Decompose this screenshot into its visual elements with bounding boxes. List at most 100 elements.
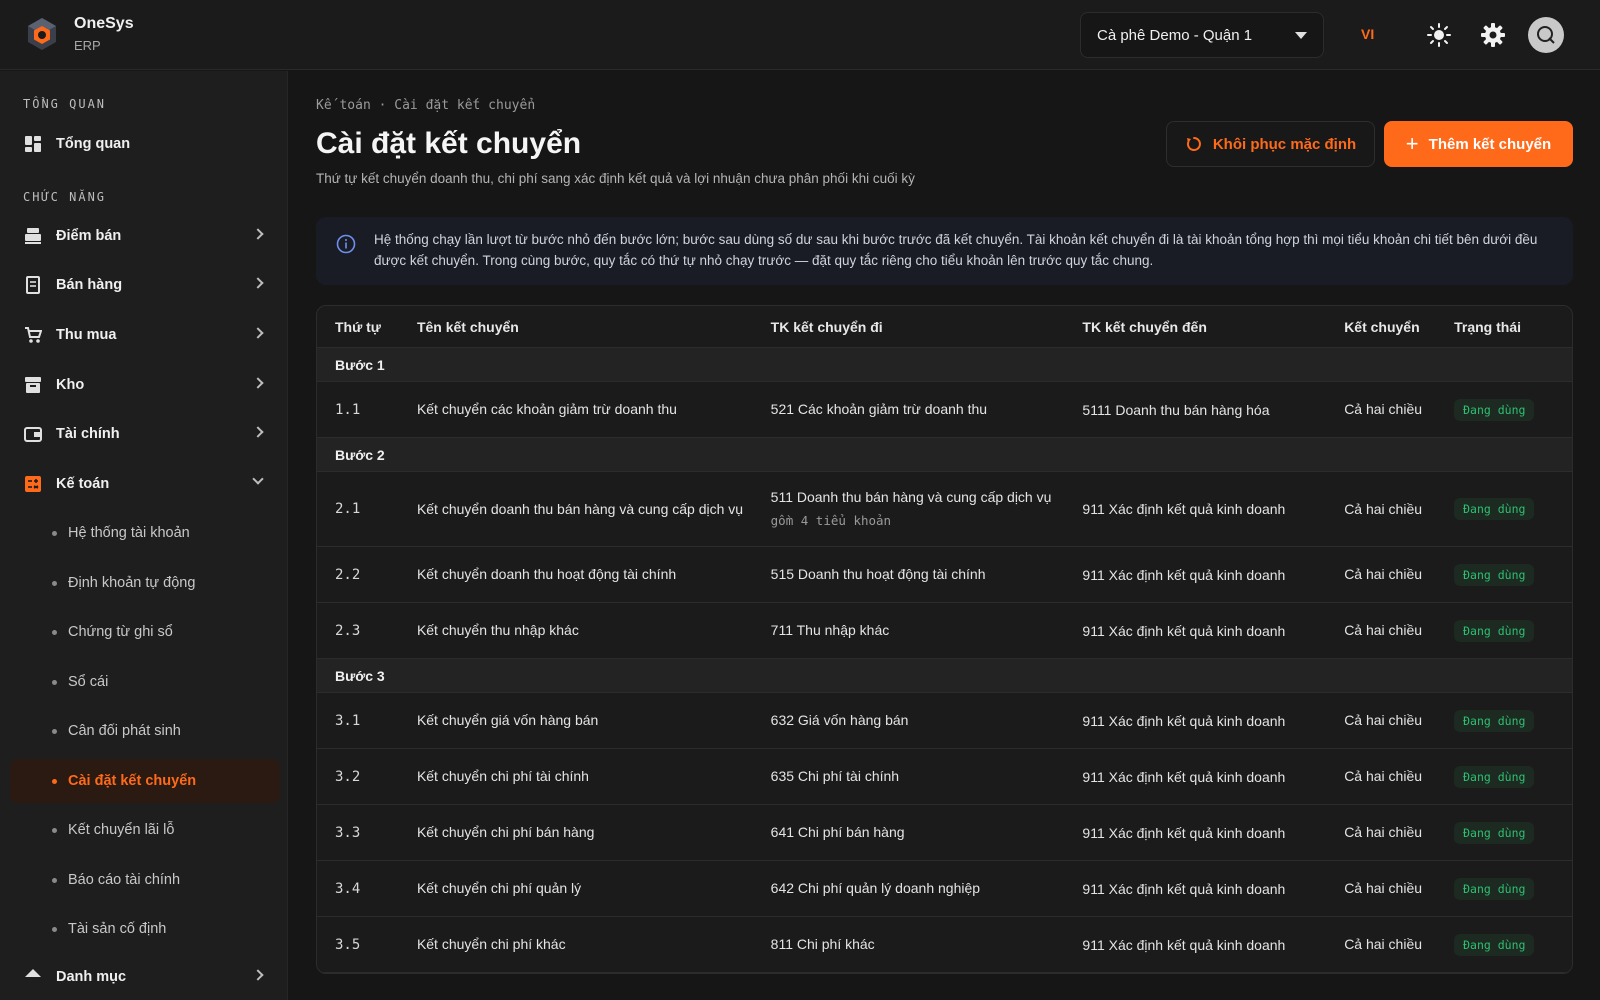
sidebar-item-overview[interactable]: Tổng quan [10,124,280,164]
info-notice: Hệ thống chạy lần lượt từ bước nhỏ đến b… [316,217,1573,285]
name-cell-text: Kết chuyển thu nhập khác [416,622,579,638]
sidebar-subitem-financial-reports[interactable]: Báo cáo tài chính [10,858,280,902]
status-badge[interactable]: Đang dùng [1454,933,1535,956]
name-cell-text: Kết chuyển chi phí quản lý [416,880,582,896]
status-badge[interactable]: Đang dùng [1454,709,1535,732]
sidebar-item-pos[interactable]: Điểm bán [10,216,280,256]
section-title-functions: CHỨC NĂNG [23,190,107,204]
table-row[interactable]: 3.5 Kết chuyển chi phí khác 811 Chi phí kh… [317,917,1572,973]
column-header[interactable]: TK kết chuyển đến [1082,319,1344,335]
sun-icon[interactable] [1423,19,1455,51]
from-account-cell: 521 Các khoản giảm trừ doanh thu [771,399,1083,420]
table-body: Bước 1 1.1 Kết chuyển các khoản giảm trừ d… [317,348,1572,973]
sidebar-subitem-label: Cân đối phát sinh [68,723,181,739]
sidebar-item-label: Danh mục [56,969,127,985]
column-header[interactable]: Tên kết chuyển [417,319,771,335]
to-account-cell: 911 Xác định kết quả kinh doanh [1082,937,1344,953]
from-account-cell-text: 641 Chi phí bán hàng [770,824,905,840]
chevron-right-icon [252,277,264,289]
table-row[interactable]: 3.4 Kết chuyển chi phí quản lý 642 Chi phí… [317,861,1572,917]
direction-cell: Cả hai chiều [1344,399,1454,420]
table-row[interactable]: 3.1 Kết chuyển giá vốn hàng bán 632 Giá vố… [317,693,1572,749]
sidebar-subitem-ledger[interactable]: Sổ cái [10,660,280,704]
direction-cell-text: Cả hai chiều [1344,401,1423,417]
order-cell: 2.1 [317,501,417,517]
from-account-cell-text: 511 Doanh thu bán hàng và cung cấp dịch … [770,489,1052,505]
add-closing-button[interactable]: + Thêm kết chuyển [1384,121,1573,167]
sidebar-subitem-label: Báo cáo tài chính [68,872,181,888]
status-badge[interactable]: Đang dùng [1454,563,1535,586]
order-cell-text: 3.5 [335,936,361,953]
from-account-cell-text: 811 Chi phí khác [770,936,875,952]
sidebar-subitem-trial-balance[interactable]: Cân đối phát sinh [10,709,280,753]
column-header[interactable]: Thứ tự [317,319,417,335]
status-badge[interactable]: Đang dùng [1454,398,1535,421]
table-row[interactable]: 2.1 Kết chuyển doanh thu bán hàng và cung… [317,472,1572,547]
sidebar-subitem-fixed-assets[interactable]: Tài sản cố định [10,907,280,951]
sidebar-item-label: Điểm bán [56,228,122,244]
name-cell: Kết chuyển thu nhập khác [417,620,771,641]
name-cell: Kết chuyển chi phí bán hàng [417,822,771,843]
status-badge[interactable]: Đang dùng [1454,498,1535,520]
column-header[interactable]: Kết chuyển [1344,319,1454,335]
order-cell-text: 2.2 [335,566,361,583]
receipt-icon [24,276,42,294]
sidebar-subitem-vouchers[interactable]: Chứng từ ghi sổ [10,610,280,654]
table-row[interactable]: 1.1 Kết chuyển các khoản giảm trừ doanh t… [317,382,1572,438]
sidebar-item-label: Kho [56,377,85,393]
order-cell: 3.4 [317,881,417,897]
table-row[interactable]: 2.2 Kết chuyển doanh thu hoạt động tài ch… [317,547,1572,603]
sidebar-subitem-auto-posting[interactable]: Định khoản tự động [10,561,280,605]
sidebar-subitem-closing-settings[interactable]: Cài đặt kết chuyển [10,759,280,803]
sidebar-item-catalog[interactable]: Danh mục [10,957,280,997]
language-switch[interactable]: VI [1361,26,1374,42]
name-cell-text: Kết chuyển các khoản giảm trừ doanh thu [416,401,677,417]
step-group-header: Bước 1 [317,348,1572,382]
sidebar-item-finance[interactable]: Tài chính [10,414,280,454]
sidebar-subitem-chart-of-accounts[interactable]: Hệ thống tài khoản [10,511,280,555]
sidebar-item-purchasing[interactable]: Thu mua [10,315,280,355]
from-account-cell-text: 711 Thu nhập khác [770,622,890,638]
table-row[interactable]: 3.3 Kết chuyển chi phí bán hàng 641 Chi ph… [317,805,1572,861]
order-cell-text: 3.2 [335,768,361,785]
cash-register-icon [24,227,42,245]
column-header[interactable]: TK kết chuyển đi [771,319,1083,335]
sidebar-subitem-label: Sổ cái [68,674,109,690]
order-cell-text: 1.1 [335,401,361,418]
direction-cell-text: Cả hai chiều [1344,712,1423,728]
order-cell-text: 3.4 [335,880,361,897]
status-badge[interactable]: Đang dùng [1454,877,1535,900]
table-row[interactable]: 3.2 Kết chuyển chi phí tài chính 635 Chi p… [317,749,1572,805]
to-account-cell-text: 911 Xác định kết quả kinh doanh [1082,566,1286,583]
status-badge[interactable]: Đang dùng [1454,821,1535,844]
table-row[interactable]: 2.3 Kết chuyển thu nhập khác 711 Thu nhập … [317,603,1572,659]
direction-cell-text: Cả hai chiều [1344,566,1423,582]
column-header[interactable]: Trạng thái [1454,319,1572,335]
table-header: Thứ tự Tên kết chuyển TK kết chuyển đi T… [317,306,1572,348]
sidebar-item-warehouse[interactable]: Kho [10,365,280,405]
name-cell: Kết chuyển doanh thu bán hàng và cung cấ… [417,499,771,520]
avatar-icon[interactable] [1528,17,1564,53]
status-badge[interactable]: Đang dùng [1454,619,1535,642]
caret-down-icon [1295,32,1307,39]
status-badge[interactable]: Đang dùng [1454,765,1535,788]
store-select[interactable]: Cà phê Demo - Quận 1 [1080,12,1324,58]
name-cell-text: Kết chuyển giá vốn hàng bán [416,712,599,728]
name-cell-text: Kết chuyển chi phí tài chính [416,768,589,784]
to-account-cell: 5111 Doanh thu bán hàng hóa [1082,402,1344,418]
sidebar-item-accounting[interactable]: Kế toán [10,464,280,504]
info-icon [336,234,356,254]
wallet-icon [24,425,42,443]
brand[interactable]: OneSys ERP [24,14,134,53]
sidebar-subitem-label: Chứng từ ghi sổ [68,624,173,640]
top-bar: OneSys ERP Cà phê Demo - Quận 1 VI [0,0,1600,70]
name-cell-text: Kết chuyển chi phí khác [416,936,566,952]
from-account-cell: 511 Doanh thu bán hàng và cung cấp dịch … [771,487,1083,531]
chevron-right-icon [252,228,264,240]
logo-icon [28,17,56,50]
status-cell: Đang dùng [1454,877,1572,900]
sidebar-item-sales[interactable]: Bán hàng [10,265,280,305]
sidebar-subitem-profit-loss-closing[interactable]: Kết chuyển lãi lỗ [10,808,280,852]
gear-icon[interactable] [1477,19,1509,51]
restore-defaults-button[interactable]: Khôi phục mặc định [1166,121,1375,167]
